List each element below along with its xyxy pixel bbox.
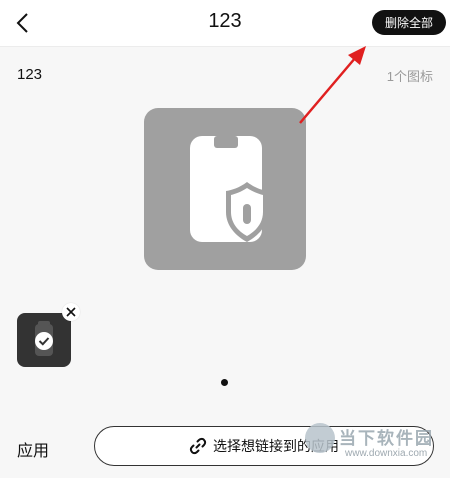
phone-check-icon bbox=[35, 321, 53, 356]
remove-thumbnail-button[interactable] bbox=[62, 303, 80, 321]
close-icon bbox=[66, 307, 76, 317]
icon-thumbnail[interactable] bbox=[17, 313, 71, 367]
select-app-link-label: 选择想链接到的应用 bbox=[213, 438, 339, 454]
delete-all-button[interactable]: 删除全部 bbox=[372, 10, 446, 35]
phone-shield-icon bbox=[190, 136, 268, 242]
page-indicator-dot bbox=[221, 379, 228, 386]
select-app-link-button[interactable]: 选择想链接到的应用 bbox=[94, 426, 434, 466]
link-icon bbox=[189, 437, 207, 455]
group-name: 123 bbox=[17, 66, 43, 83]
app-label: 应用 bbox=[17, 443, 50, 460]
icon-count: 1个图标 bbox=[386, 69, 433, 84]
top-bar: 123 删除全部 bbox=[0, 0, 450, 47]
icon-preview bbox=[144, 108, 306, 270]
